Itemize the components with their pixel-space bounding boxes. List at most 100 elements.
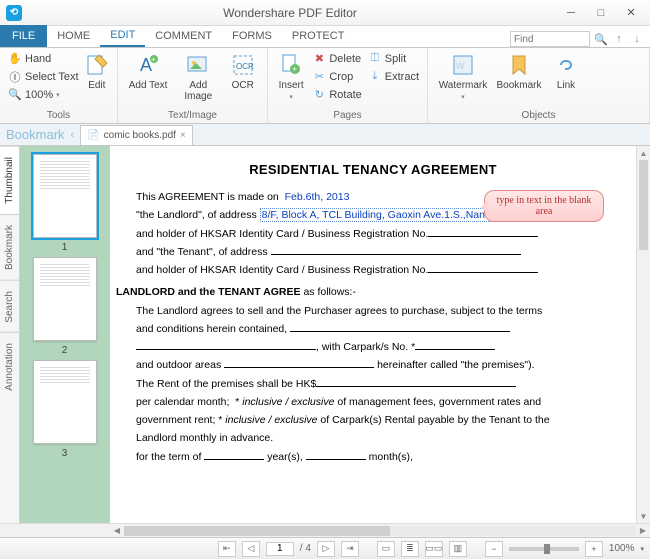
zoom-slider[interactable] <box>509 547 579 551</box>
scroll-right-icon[interactable]: ▶ <box>636 526 650 535</box>
chevron-left-icon[interactable]: ‹ <box>71 129 75 141</box>
add-text-label: Add Text <box>129 80 168 91</box>
scroll-thumb[interactable] <box>639 160 648 250</box>
crop-label: Crop <box>329 71 353 83</box>
doc-text: and holder of HKSAR Identity Card / Busi… <box>136 228 428 240</box>
last-page-button[interactable]: ⇥ <box>341 541 359 557</box>
extract-label: Extract <box>385 71 419 83</box>
insert-button[interactable]: +Insert▾ <box>274 50 308 101</box>
app-title: Wondershare PDF Editor <box>22 6 558 20</box>
scroll-down-icon[interactable]: ▼ <box>637 509 650 523</box>
view-single-icon[interactable]: ▭ <box>377 541 395 557</box>
zoom-icon: 🔍 <box>8 88 22 102</box>
scroll-left-icon[interactable]: ◀ <box>110 526 124 535</box>
slider-knob[interactable] <box>544 544 550 554</box>
vertical-scrollbar[interactable]: ▲ ▼ <box>636 146 650 523</box>
extract-button[interactable]: ⤓Extract <box>366 68 421 85</box>
page-thumbnail[interactable] <box>33 154 97 238</box>
tab-comment[interactable]: COMMENT <box>145 25 222 47</box>
zoom-out-button[interactable]: − <box>485 541 503 557</box>
page-number: 1 <box>62 242 68 253</box>
zoom-in-button[interactable]: + <box>585 541 603 557</box>
blank-line[interactable] <box>428 236 538 237</box>
delete-icon: ✖ <box>312 52 326 66</box>
doc-text: as follows:- <box>301 286 356 298</box>
watermark-icon: W <box>450 52 476 78</box>
chevron-down-icon: ▾ <box>289 93 293 101</box>
prev-page-button[interactable]: ◁ <box>242 541 260 557</box>
svg-text:W: W <box>456 61 465 71</box>
next-page-button[interactable]: ▷ <box>317 541 335 557</box>
sidetab-bookmark[interactable]: Bookmark <box>0 214 19 280</box>
scroll-up-icon[interactable]: ▲ <box>637 146 650 160</box>
tab-home[interactable]: HOME <box>47 25 100 47</box>
zoom-label: 100% <box>25 89 53 101</box>
page-thumbnail[interactable] <box>33 360 97 444</box>
document-page[interactable]: RESIDENTIAL TENANCY AGREEMENT This AGREE… <box>110 146 636 523</box>
close-tab-icon[interactable]: × <box>180 130 186 141</box>
chevron-down-icon[interactable]: ▾ <box>640 545 644 553</box>
split-button[interactable]: ⎅Split <box>366 50 421 67</box>
maximize-button[interactable]: □ <box>588 4 614 22</box>
doc-text: year(s), <box>264 451 305 463</box>
file-menu[interactable]: FILE <box>0 25 47 47</box>
sidetab-thumbnail[interactable]: Thumbnail <box>0 146 19 214</box>
blank-line[interactable] <box>415 349 495 350</box>
find-go-icon[interactable]: 🔍 <box>594 32 608 46</box>
tab-protect[interactable]: PROTECT <box>282 25 355 47</box>
view-continuous-icon[interactable]: ≣ <box>401 541 419 557</box>
blank-line[interactable] <box>271 254 521 255</box>
svg-text:+: + <box>151 55 156 64</box>
document-tab-label: comic books.pdf <box>104 130 176 141</box>
doc-text: Landlord monthly in advance. <box>116 430 630 446</box>
delete-button[interactable]: ✖Delete <box>310 50 363 67</box>
ocr-button[interactable]: OCROCR <box>224 50 261 91</box>
sidetab-annotation[interactable]: Annotation <box>0 332 19 401</box>
ocr-label: OCR <box>232 80 254 91</box>
zoom-tool[interactable]: 🔍100%▾ <box>6 86 81 103</box>
add-text-button[interactable]: A+Add Text <box>124 50 172 91</box>
find-input[interactable] <box>510 31 590 47</box>
tab-forms[interactable]: FORMS <box>222 25 282 47</box>
group-label: Pages <box>274 108 421 123</box>
blank-line[interactable] <box>290 331 510 332</box>
scroll-thumb[interactable] <box>124 526 390 536</box>
rotate-button[interactable]: ↻Rotate <box>310 86 363 103</box>
split-icon: ⎅ <box>368 52 382 66</box>
select-text-tool[interactable]: ⒾSelect Text <box>6 68 81 85</box>
blank-line[interactable] <box>428 272 538 273</box>
group-tools: ✋Hand ⒾSelect Text 🔍100%▾ Edit Tools <box>0 48 118 123</box>
side-tabs: Thumbnail Bookmark Search Annotation <box>0 146 20 523</box>
edit-button[interactable]: Edit <box>83 50 111 91</box>
blank-line[interactable] <box>136 349 316 350</box>
page-thumbnail[interactable] <box>33 257 97 341</box>
close-button[interactable]: ✕ <box>618 4 644 22</box>
blank-line[interactable] <box>224 367 374 368</box>
doc-text: and holder of HKSAR Identity Card / Busi… <box>136 264 428 276</box>
first-page-button[interactable]: ⇤ <box>218 541 236 557</box>
blank-line[interactable] <box>316 386 516 387</box>
view-facing-cont-icon[interactable]: ▥ <box>449 541 467 557</box>
crop-button[interactable]: ✂Crop <box>310 68 363 85</box>
blank-line[interactable] <box>306 459 366 460</box>
document-tab[interactable]: 📄 comic books.pdf × <box>80 125 193 145</box>
hand-tool[interactable]: ✋Hand <box>6 50 81 67</box>
watermark-button[interactable]: WWatermark▾ <box>434 50 492 101</box>
minimize-button[interactable]: ─ <box>558 4 584 22</box>
group-objects: WWatermark▾ Bookmark Link Objects <box>428 48 650 123</box>
group-pages: +Insert▾ ✖Delete ✂Crop ↻Rotate ⎅Split ⤓E… <box>268 48 428 123</box>
doc-text: government rent; * inclusive / exclusive… <box>136 414 550 426</box>
find-next-icon[interactable]: ↓ <box>630 32 644 46</box>
tab-edit[interactable]: EDIT <box>100 25 145 47</box>
sidetab-search[interactable]: Search <box>0 280 19 333</box>
find-prev-icon[interactable]: ↑ <box>612 32 626 46</box>
bookmark-button[interactable]: Bookmark <box>494 50 544 91</box>
blank-line[interactable] <box>204 459 264 460</box>
add-image-button[interactable]: Add Image <box>174 50 222 102</box>
document-tabs: Bookmark ‹ 📄 comic books.pdf × <box>0 124 650 146</box>
page-input[interactable] <box>266 542 294 556</box>
horizontal-scrollbar[interactable]: ◀ ▶ <box>0 523 650 537</box>
link-button[interactable]: Link <box>546 50 586 91</box>
filled-field[interactable]: Feb.6th, 2013 <box>285 191 350 203</box>
view-facing-icon[interactable]: ▭▭ <box>425 541 443 557</box>
